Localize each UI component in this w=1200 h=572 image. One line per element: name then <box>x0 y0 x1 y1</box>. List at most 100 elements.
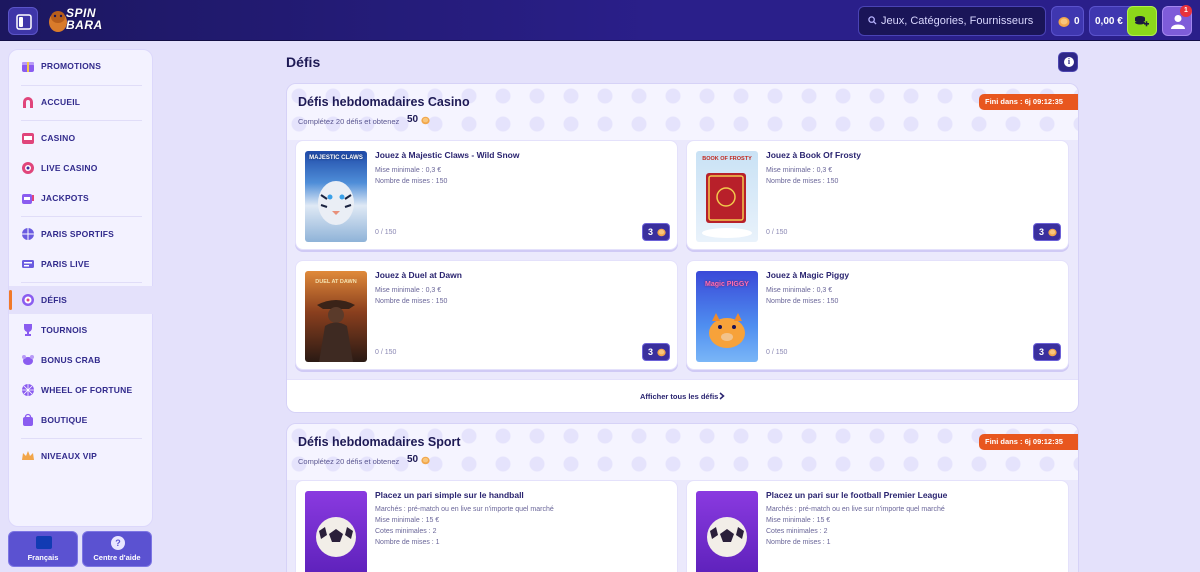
sidebar-item-boutique[interactable]: BOUTIQUE <box>9 406 154 434</box>
logo-text-bottom: BARA <box>66 18 103 32</box>
tiger-illustration <box>318 181 354 225</box>
search-box[interactable] <box>858 6 1046 36</box>
eu-flag-icon <box>36 536 52 549</box>
book-illustration <box>702 173 752 238</box>
help-icon: ? <box>111 536 125 550</box>
sidebar-item-paris-sportifs[interactable]: PARIS SPORTIFS <box>9 220 154 248</box>
challenge-progress: 0 / 150 <box>766 349 788 356</box>
sidebar-item-label: JACKPOTS <box>41 193 89 203</box>
site-logo[interactable]: SPIN BARA <box>48 5 114 35</box>
piggy-illustration <box>709 313 745 348</box>
challenge-title: Placez un pari simple sur le handball <box>375 490 524 500</box>
show-all-challenges-link[interactable]: Afficher tous les défis <box>287 379 1078 412</box>
challenge-title: Jouez à Book Of Frosty <box>766 150 861 160</box>
reward-amount: 3 <box>648 227 654 237</box>
user-account-button[interactable]: 1 <box>1162 5 1192 36</box>
challenge-progress: 0 / 150 <box>766 229 788 236</box>
sidebar-item-casino[interactable]: CASINO <box>9 124 154 152</box>
sidebar-item-label: NIVEAUX VIP <box>41 451 98 461</box>
sidebar-item-wheel-of-fortune[interactable]: WHEEL OF FORTUNE <box>9 376 154 404</box>
bag-icon <box>23 413 33 426</box>
deposit-button[interactable] <box>1127 6 1157 36</box>
coin-icon <box>657 348 666 357</box>
section-reward-amount: 50 <box>407 454 419 465</box>
challenge-title: Jouez à Duel at Dawn <box>375 270 462 280</box>
challenge-bet-count: Nombre de mises : 150 <box>375 178 448 185</box>
section-title: Défis hebdomadaires Casino <box>298 95 470 109</box>
sidebar-item-niveaux-vip[interactable]: NIVEAUX VIP <box>9 442 154 470</box>
football-icon <box>707 517 747 557</box>
sidebar-item-label: PROMOTIONS <box>41 61 102 71</box>
sidebar: PROMOTIONS ACCUEIL CASINO LIVE CASINO JA… <box>8 49 154 527</box>
divider <box>21 120 142 121</box>
coin-icon <box>1048 348 1057 357</box>
challenge-bet-count: Nombre de mises : 1 <box>375 539 440 546</box>
target-icon <box>22 294 34 306</box>
challenge-reward-badge: 3 <box>1033 223 1061 241</box>
coin-icon <box>1048 228 1057 237</box>
sidebar-item-promotions[interactable]: PROMOTIONS <box>9 52 154 80</box>
divider <box>21 438 142 439</box>
sidebar-item-label: BONUS CRAB <box>41 355 101 365</box>
sidebar-item-bonus-crab[interactable]: BONUS CRAB <box>9 346 154 374</box>
language-button[interactable]: Français <box>8 531 78 567</box>
sidebar-item-accueil[interactable]: ACCUEIL <box>9 88 154 116</box>
sidebar-item-label: LIVE CASINO <box>41 163 98 173</box>
coin-icon <box>657 228 666 237</box>
challenge-bet-count: Nombre de mises : 150 <box>766 298 839 305</box>
section-subtitle: Complétez 20 défis et obtenez <box>298 457 400 466</box>
countdown-timer: Fini dans : 6j 09:12:35 <box>979 434 1078 450</box>
casino-challenges-section: Défis hebdomadaires Casino Complétez 20 … <box>286 83 1079 413</box>
sidebar-item-paris-live[interactable]: PARIS LIVE <box>9 250 154 278</box>
sidebar-item-label: BOUTIQUE <box>41 415 88 425</box>
challenge-card-majestic-claws[interactable]: MAJESTIC CLAWS Jouez à Majestic Claws - … <box>295 140 678 250</box>
sidebar-item-tournois[interactable]: TOURNOIS <box>9 316 154 344</box>
challenge-card-premier-league[interactable]: Placez un pari sur le football Premier L… <box>686 480 1069 572</box>
challenge-min-bet: Mise minimale : 15 € <box>375 517 440 524</box>
challenge-reward-badge: 3 <box>642 223 670 241</box>
game-thumbnail-duel-at-dawn: DUEL AT DAWN <box>305 271 367 362</box>
help-center-button[interactable]: ? Centre d'aide <box>82 531 152 567</box>
notification-badge: 1 <box>1180 5 1192 17</box>
info-button[interactable]: i <box>1058 52 1078 72</box>
sidebar-item-label: ACCUEIL <box>41 97 81 107</box>
sidebar-item-jackpots[interactable]: JACKPOTS <box>9 184 154 212</box>
challenge-bet-count: Nombre de mises : 150 <box>766 178 839 185</box>
game-thumbnail-majestic-claws: MAJESTIC CLAWS <box>305 151 367 242</box>
search-icon <box>868 16 877 25</box>
challenge-reward-badge: 3 <box>642 343 670 361</box>
capybara-logo-icon <box>49 11 67 32</box>
sidebar-item-defis[interactable]: DÉFIS <box>9 286 154 314</box>
divider <box>21 85 142 86</box>
reward-amount: 3 <box>648 347 654 357</box>
help-label: Centre d'aide <box>93 553 141 562</box>
sidebar-item-label: WHEEL OF FORTUNE <box>41 385 133 395</box>
ticket-icon <box>22 260 34 268</box>
section-reward-amount: 50 <box>407 114 419 125</box>
sidebar-item-label: CASINO <box>41 133 76 143</box>
sidebar-item-live-casino[interactable]: LIVE CASINO <box>9 154 154 182</box>
challenge-card-handball[interactable]: Placez un pari simple sur le handball Ma… <box>295 480 678 572</box>
sidebar-toggle-button[interactable] <box>8 7 38 35</box>
crab-icon <box>22 355 34 365</box>
football-icon <box>316 517 356 557</box>
show-all-label: Afficher tous les défis <box>640 392 719 401</box>
coins-button[interactable]: 0 <box>1051 6 1084 36</box>
reward-amount: 3 <box>1039 347 1045 357</box>
challenge-min-bet: Mise minimale : 0,3 € <box>766 287 833 294</box>
challenge-markets: Marchés : pré-match ou en live sur n'imp… <box>766 506 945 513</box>
challenge-card-duel-at-dawn[interactable]: DUEL AT DAWN Jouez à Duel at Dawn Mise m… <box>295 260 678 370</box>
sport-thumbnail-premier-league <box>696 491 758 572</box>
sport-challenges-section: Défis hebdomadaires Sport Complétez 20 d… <box>286 423 1079 572</box>
sport-thumbnail-handball <box>305 491 367 572</box>
challenge-title: Jouez à Magic Piggy <box>766 270 850 280</box>
reward-amount: 3 <box>1039 227 1045 237</box>
challenge-card-magic-piggy[interactable]: Magic PIGGY Jouez à Magic Piggy Mise min… <box>686 260 1069 370</box>
challenge-min-odds: Cotes minimales : 2 <box>766 528 828 535</box>
challenge-min-odds: Cotes minimales : 2 <box>375 528 437 535</box>
horseshoe-icon <box>23 97 33 108</box>
gift-icon <box>22 62 34 72</box>
wallet-plus-icon <box>1135 16 1149 27</box>
challenge-card-book-of-frosty[interactable]: BOOK OF FROSTY Jouez à Book Of Frosty Mi… <box>686 140 1069 250</box>
search-input[interactable] <box>881 12 1041 30</box>
